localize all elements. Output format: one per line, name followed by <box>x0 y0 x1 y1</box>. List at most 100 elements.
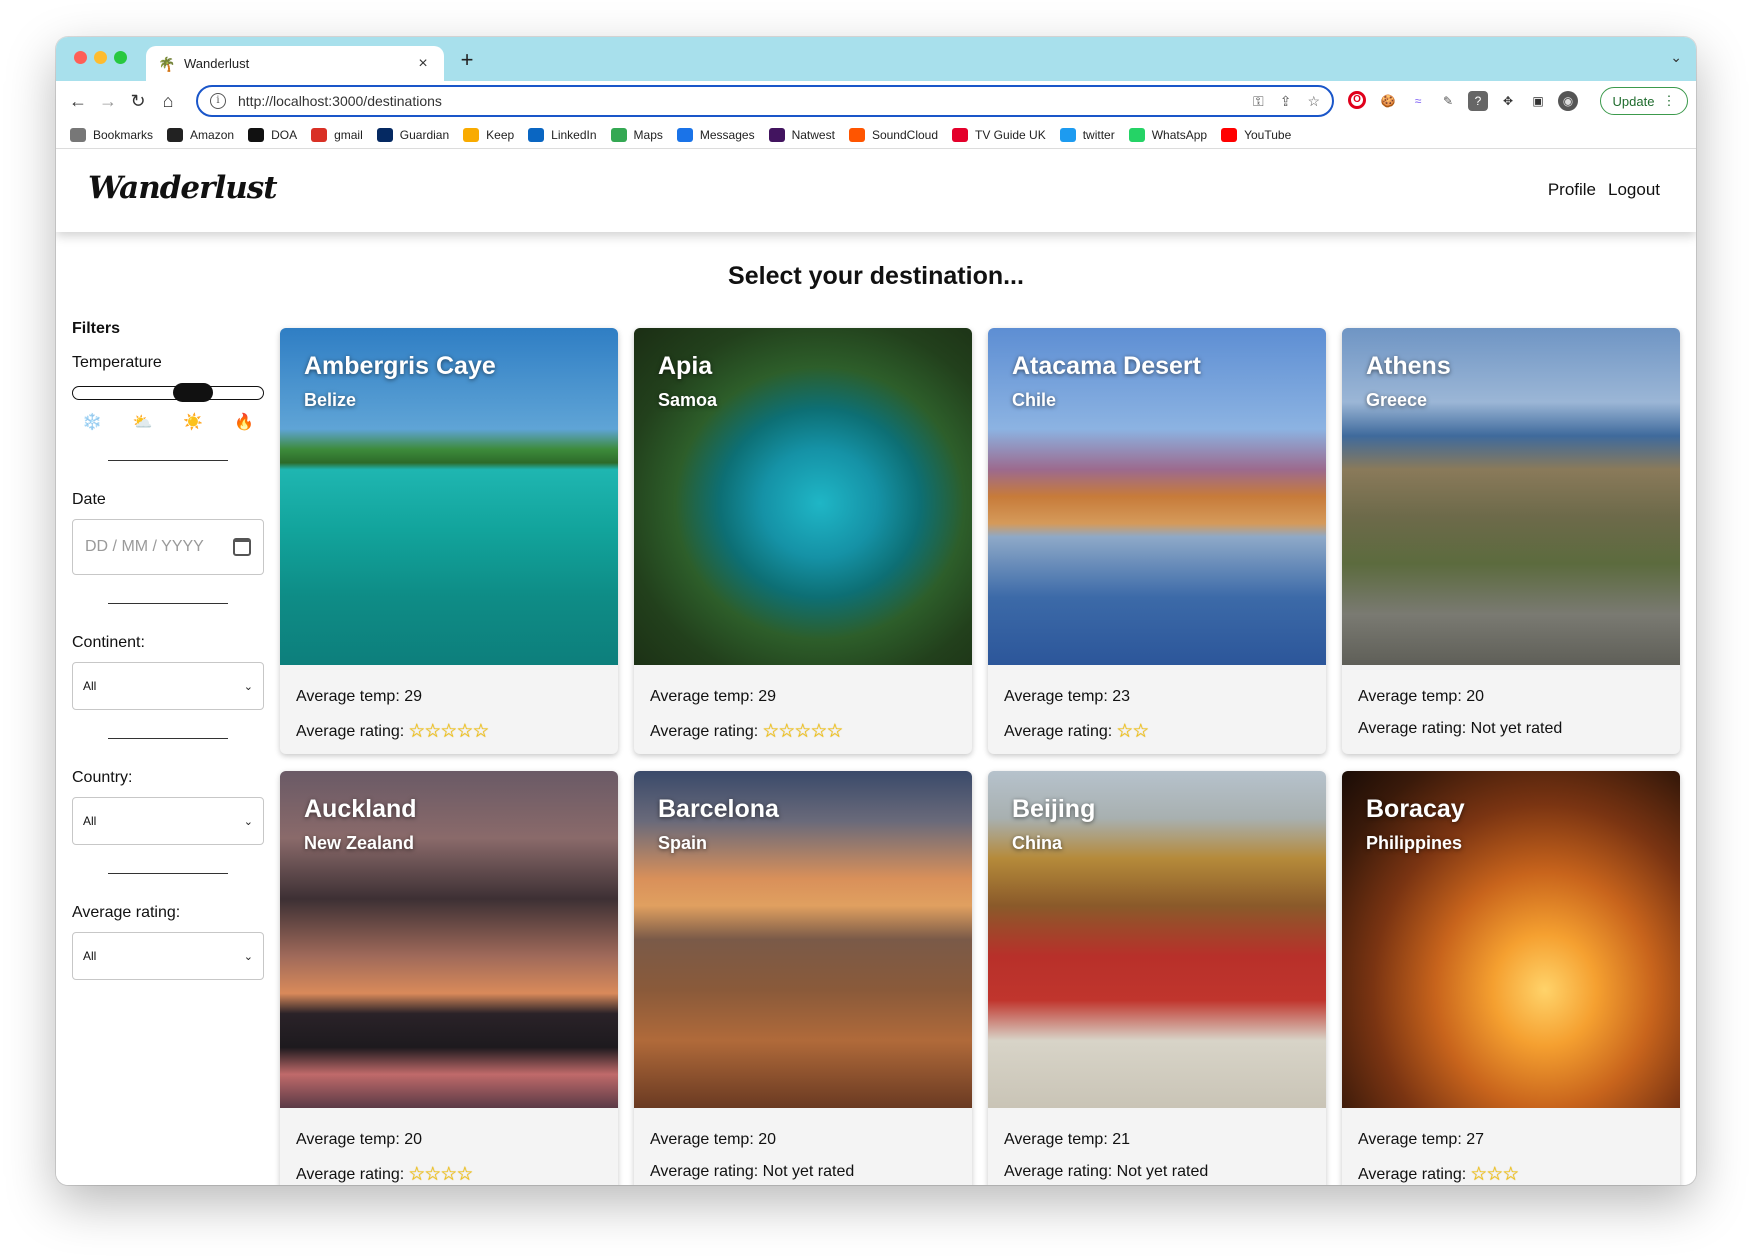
close-window-button[interactable] <box>74 51 87 64</box>
page-title: Select your destination... <box>728 262 1024 290</box>
forward-icon[interactable]: → <box>96 89 120 113</box>
rating-text: Average rating: Not yet rated <box>1004 1163 1209 1180</box>
folder-icon <box>70 127 86 142</box>
whatsapp-icon <box>1128 127 1145 142</box>
date-input[interactable]: DD / MM / YYYY <box>72 519 264 575</box>
continent-label: Continent: <box>72 634 145 651</box>
bookmark-item[interactable]: twitter <box>1059 127 1115 142</box>
average-rating: Average rating: ☆☆☆☆ <box>296 1163 473 1185</box>
reader-extension-icon[interactable]: ✎ <box>1438 91 1458 111</box>
brand-logo[interactable]: Wanderlust <box>88 170 278 206</box>
reload-icon[interactable]: ↻ <box>126 89 150 113</box>
bookmark-label: gmail <box>334 127 363 142</box>
bookmark-item[interactable]: Natwest <box>768 127 835 142</box>
bookmark-item[interactable]: YouTube <box>1221 127 1291 142</box>
close-tab-icon[interactable]: × <box>414 55 432 73</box>
divider <box>108 460 228 461</box>
destination-card[interactable]: Auckland New Zealand Average temp: 20 Avera… <box>280 771 618 1185</box>
side-panel-icon[interactable]: ▣ <box>1528 91 1548 111</box>
profile-avatar[interactable]: ◉ <box>1558 91 1578 111</box>
tab-wanderlust[interactable]: 🌴 Wanderlust × <box>146 46 444 81</box>
bookmark-item[interactable]: TV Guide UK <box>952 127 1046 142</box>
filters-panel: Filters Temperature ❄️ ⛅ ☀️ 🔥 Date DD / … <box>72 320 264 980</box>
continent-select[interactable]: All ⌄ <box>72 662 264 710</box>
destination-card[interactable]: Atacama Desert Chile Average temp: 23 Avera… <box>988 328 1326 754</box>
back-icon[interactable]: ← <box>66 89 90 113</box>
bookmark-item[interactable]: gmail <box>311 127 363 142</box>
key-icon[interactable]: ⚿ <box>1253 93 1264 110</box>
temperature-slider-thumb[interactable] <box>172 383 213 402</box>
bookmark-label: SoundCloud <box>871 127 939 142</box>
youtube-icon <box>1221 127 1238 142</box>
wave-extension-icon[interactable]: ≈ <box>1408 91 1428 111</box>
twitter-icon <box>1059 127 1076 142</box>
new-tab-button[interactable]: + <box>454 47 480 73</box>
average-temp: Average temp: 21 <box>1004 1131 1131 1148</box>
bookmark-item[interactable]: Keep <box>463 127 514 142</box>
bookmarks-bar: Bookmarks Amazon DOA gmail Guardian Keep Linke… <box>56 121 1696 149</box>
destination-country: Philippines <box>1366 833 1463 853</box>
rating-text: Average rating: <box>296 722 405 740</box>
filters-title: Filters <box>72 320 121 337</box>
linkedin-icon <box>528 127 545 142</box>
bookmark-item[interactable]: Guardian <box>376 127 449 142</box>
rating-label: Average rating: <box>72 904 181 921</box>
extensions-puzzle-icon[interactable]: ✥ <box>1498 91 1518 111</box>
help-extension-icon[interactable]: ? <box>1468 91 1488 111</box>
address-bar[interactable]: i http://localhost:3000/destinations ⚿ ⇪… <box>196 85 1334 117</box>
logout-link[interactable]: Logout <box>1608 180 1660 200</box>
rating-value: All <box>83 949 97 963</box>
rating-stars: ☆☆☆☆ <box>408 1164 473 1185</box>
bookmark-item[interactable]: Amazon <box>167 127 234 142</box>
destination-country: New Zealand <box>304 833 415 853</box>
rating-select[interactable]: All ⌄ <box>72 932 264 980</box>
destination-card[interactable]: Boracay Philippines Average temp: 27 Averag… <box>1342 771 1680 1185</box>
average-temp: Average temp: 27 <box>1358 1131 1485 1148</box>
divider <box>108 873 228 874</box>
destination-card[interactable]: Apia Samoa Average temp: 29 Average rating:… <box>634 328 972 754</box>
bookmark-item[interactable]: Maps <box>610 127 663 142</box>
temperature-slider[interactable] <box>72 383 264 402</box>
maps-icon <box>610 127 627 142</box>
average-temp: Average temp: 29 <box>650 688 777 705</box>
chevron-down-icon: ⌄ <box>243 680 253 693</box>
average-rating: Average rating: Not yet rated <box>1004 1163 1208 1181</box>
bookmark-item[interactable]: SoundCloud <box>848 127 939 142</box>
palm-tree-icon: 🌴 <box>158 55 176 72</box>
bookmark-star-icon[interactable]: ☆ <box>1307 93 1320 110</box>
minimize-window-button[interactable] <box>94 51 107 64</box>
date-label: Date <box>72 491 106 508</box>
rating-stars: ☆☆☆ <box>1470 1164 1519 1185</box>
country-select[interactable]: All ⌄ <box>72 797 264 845</box>
share-icon[interactable]: ⇪ <box>1280 93 1292 110</box>
rating-stars: ☆☆☆☆☆ <box>408 721 489 742</box>
messages-icon <box>676 127 693 142</box>
average-rating: Average rating: ☆☆ <box>1004 720 1149 743</box>
cloud-icon: ⛅ <box>132 414 153 431</box>
home-icon[interactable]: ⌂ <box>156 89 180 113</box>
tab-search-icon[interactable]: ⌄ <box>1670 49 1682 66</box>
site-info-icon[interactable]: i <box>210 93 226 109</box>
bookmark-item[interactable]: LinkedIn <box>528 127 597 142</box>
destination-name: Atacama Desert <box>1012 352 1201 380</box>
destination-card[interactable]: Ambergris Caye Belize Average temp: 29 Aver… <box>280 328 618 754</box>
bookmark-item[interactable]: WhatsApp <box>1128 127 1207 142</box>
url-text[interactable]: http://localhost:3000/destinations <box>238 93 1237 109</box>
opera-extension-icon[interactable]: O <box>1348 91 1366 109</box>
bookmark-item[interactable]: Bookmarks <box>70 127 153 142</box>
cookie-extension-icon[interactable]: 🍪 <box>1378 91 1398 111</box>
bookmark-item[interactable]: DOA <box>248 127 297 142</box>
bookmark-item[interactable]: Messages <box>676 127 755 142</box>
destination-card[interactable]: Athens Greece Average temp: 20 Average rati… <box>1342 328 1680 754</box>
calendar-icon[interactable] <box>233 538 251 556</box>
update-label: Update <box>1612 93 1655 109</box>
destination-name: Barcelona <box>658 795 779 823</box>
profile-link[interactable]: Profile <box>1548 180 1596 200</box>
destination-country: Greece <box>1366 390 1428 410</box>
destination-name: Ambergris Caye <box>304 352 496 380</box>
date-placeholder: DD / MM / YYYY <box>85 538 204 555</box>
destination-card[interactable]: Beijing China Average temp: 21 Average rati… <box>988 771 1326 1185</box>
destination-card[interactable]: Barcelona Spain Average temp: 20 Average ra… <box>634 771 972 1185</box>
update-button[interactable]: Update ⋮ <box>1600 87 1688 115</box>
maximize-window-button[interactable] <box>114 51 127 64</box>
